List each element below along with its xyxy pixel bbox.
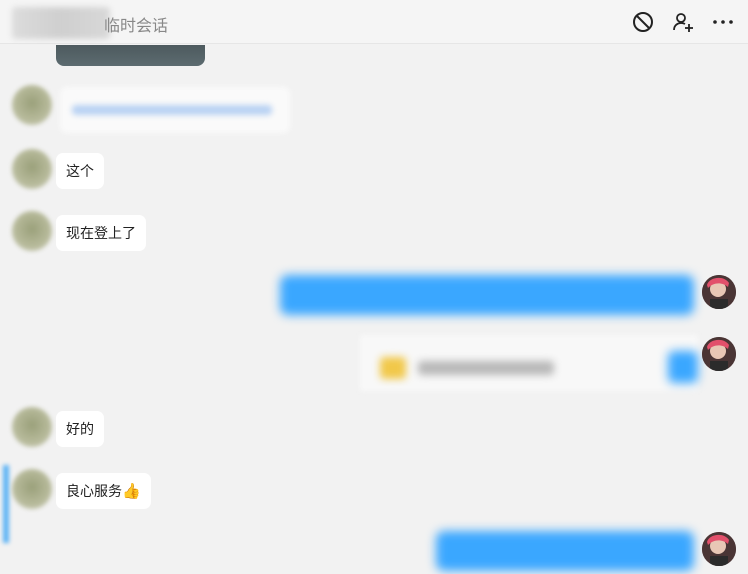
selection-strip (3, 465, 9, 543)
text-message-blurred[interactable] (436, 531, 694, 571)
card-button-blurred[interactable] (668, 351, 698, 383)
add-person-icon[interactable] (671, 10, 695, 34)
avatar[interactable] (702, 337, 736, 371)
card-emoji-blurred (380, 357, 406, 379)
text-message[interactable]: 现在登上了 (56, 215, 146, 251)
text-message-blurred[interactable] (280, 275, 694, 315)
chat-title-blurred (12, 7, 110, 39)
more-icon[interactable] (711, 10, 735, 34)
avatar[interactable] (702, 532, 736, 566)
block-icon[interactable] (631, 10, 655, 34)
avatar-image (702, 275, 736, 309)
chat-header: 临时会话 (0, 0, 748, 44)
text-message[interactable]: 好的 (56, 411, 104, 447)
avatar[interactable] (12, 407, 52, 447)
avatar-image (702, 532, 736, 566)
image-message[interactable] (56, 45, 205, 66)
avatar[interactable] (12, 149, 52, 189)
link-message-text-blurred (72, 105, 272, 115)
card-text-blurred (418, 361, 554, 375)
avatar-image (702, 337, 736, 371)
avatar[interactable] (12, 85, 52, 125)
text-message[interactable]: 良心服务👍 (56, 473, 151, 509)
message-text: 好的 (66, 421, 94, 437)
message-text: 现在登上了 (66, 225, 136, 241)
avatar[interactable] (12, 211, 52, 251)
message-text: 良心服务 (66, 483, 122, 499)
thumbs-up-icon: 👍 (122, 483, 141, 500)
avatar[interactable] (702, 275, 736, 309)
avatar[interactable] (12, 469, 52, 509)
chat-title: 临时会话 (104, 18, 169, 35)
message-list[interactable]: 这个 现在登上了 好的 良心服务👍 (0, 45, 748, 574)
text-message[interactable]: 这个 (56, 153, 104, 189)
message-text: 这个 (66, 163, 94, 179)
